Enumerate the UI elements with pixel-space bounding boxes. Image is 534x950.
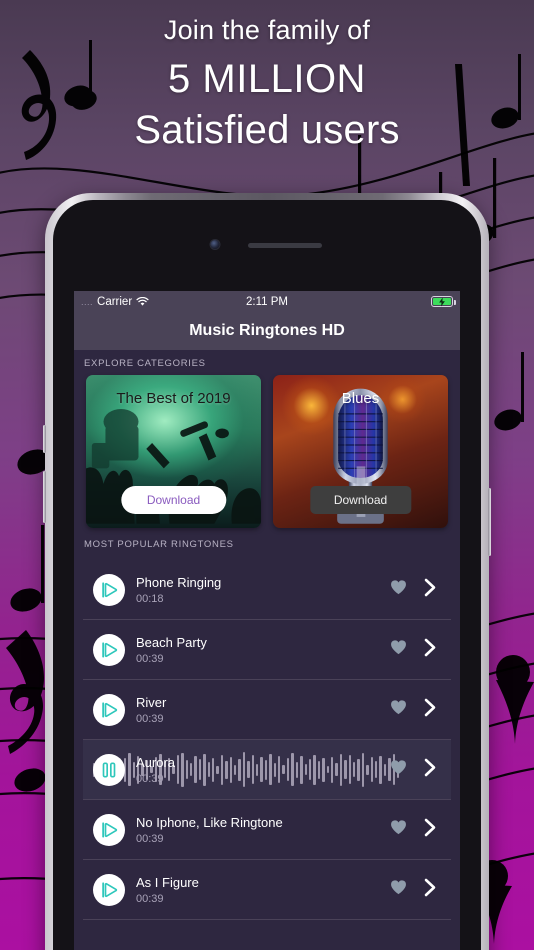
ringtone-duration: 00:39 — [136, 833, 164, 846]
power-button[interactable] — [488, 488, 491, 556]
ringtone-title: As I Figure — [136, 874, 199, 890]
ringtone-detail-button[interactable] — [423, 818, 437, 842]
promo-headline: Join the family of 5 MILLION Satisfied u… — [0, 14, 534, 155]
favorite-button[interactable] — [390, 819, 407, 840]
favorite-button[interactable] — [390, 699, 407, 720]
ringtone-duration: 00:18 — [136, 593, 164, 606]
ringtone-title: Beach Party — [136, 634, 207, 650]
category-title: The Best of 2019 — [116, 390, 231, 407]
ringtone-meta: No Iphone, Like Ringtone 00:39 — [136, 814, 390, 846]
ringtone-meta: River 00:39 — [136, 694, 390, 726]
ringtone-row[interactable]: Aurora 00:39 — [83, 740, 451, 800]
ringtone-meta: As I Figure 00:39 — [136, 874, 390, 906]
app-title: Music Ringtones HD — [189, 322, 345, 339]
category-card-best-of-2019[interactable]: The Best of 2019 Download — [86, 375, 261, 528]
ringtone-row[interactable]: Phone Ringing 00:18 — [83, 560, 451, 620]
ringtone-meta: Beach Party 00:39 — [136, 634, 390, 666]
ringtone-detail-button[interactable] — [423, 758, 437, 782]
categories-row: The Best of 2019 Download Blues Download — [74, 375, 460, 528]
ringtone-row[interactable]: As I Figure 00:39 — [83, 860, 451, 920]
front-camera-icon — [210, 240, 220, 249]
favorite-button[interactable] — [390, 759, 407, 780]
ringtone-duration: 00:39 — [136, 893, 164, 906]
ringtone-meta: Phone Ringing 00:18 — [136, 574, 390, 606]
ringtone-detail-button[interactable] — [423, 638, 437, 662]
heart-icon[interactable] — [390, 699, 407, 715]
earpiece-speaker — [248, 243, 322, 248]
ringtone-detail-button[interactable] — [423, 878, 437, 902]
play-button[interactable] — [93, 873, 125, 906]
chevron-right-icon[interactable] — [423, 818, 437, 837]
most-popular-ringtones-header: MOST POPULAR RINGTONES — [84, 539, 234, 550]
play-icon — [102, 641, 118, 658]
ringtone-title: No Iphone, Like Ringtone — [136, 814, 283, 830]
ringtone-detail-button[interactable] — [423, 578, 437, 602]
pause-button[interactable] — [93, 753, 125, 786]
promo-line-1: Join the family of — [163, 15, 371, 45]
chevron-right-icon[interactable] — [423, 578, 437, 597]
pause-icon — [102, 762, 116, 777]
ringtone-row[interactable]: No Iphone, Like Ringtone 00:39 — [83, 800, 451, 860]
category-download-button[interactable]: Download — [309, 486, 412, 514]
heart-icon[interactable] — [390, 639, 407, 655]
favorite-button[interactable] — [390, 639, 407, 660]
play-button[interactable] — [93, 573, 125, 606]
explore-categories-header: EXPLORE CATEGORIES — [84, 358, 206, 369]
ringtone-title: Phone Ringing — [136, 574, 222, 590]
ringtone-title: River — [136, 694, 167, 710]
heart-icon[interactable] — [390, 879, 407, 895]
volume-down-button[interactable] — [43, 471, 46, 523]
play-button[interactable] — [93, 813, 125, 846]
play-icon — [102, 581, 118, 598]
ringtone-duration: 00:39 — [136, 773, 164, 786]
screen-content: EXPLORE CATEGORIES The Best of 2019 Down… — [74, 350, 460, 950]
ringtone-row[interactable]: Beach Party 00:39 — [83, 620, 451, 680]
ringtone-list: Phone Ringing 00:18 Beach Party 00:39 Ri… — [74, 560, 460, 920]
chevron-right-icon[interactable] — [423, 758, 437, 777]
volume-up-button[interactable] — [43, 425, 46, 453]
clock-label: 2:11 PM — [246, 295, 288, 308]
heart-icon[interactable] — [390, 579, 407, 595]
ringtone-detail-button[interactable] — [423, 698, 437, 722]
play-icon — [102, 821, 118, 838]
category-download-button[interactable]: Download — [120, 486, 227, 514]
play-button[interactable] — [93, 633, 125, 666]
category-title: Blues — [341, 390, 380, 407]
status-bar: .... Carrier 2:11 PM — [74, 291, 460, 312]
ringtone-row[interactable]: River 00:39 — [83, 680, 451, 740]
phone-screen: .... Carrier 2:11 PM Music Ringtones HD — [74, 291, 460, 950]
heart-icon[interactable] — [390, 819, 407, 835]
ringtone-duration: 00:39 — [136, 653, 164, 666]
battery-charging-icon — [431, 296, 456, 307]
chevron-right-icon[interactable] — [423, 638, 437, 657]
signal-strength-icon: .... — [81, 296, 94, 307]
favorite-button[interactable] — [390, 879, 407, 900]
heart-icon[interactable] — [390, 759, 407, 775]
wifi-icon — [136, 296, 149, 306]
carrier-label: Carrier — [97, 295, 133, 308]
category-card-blues[interactable]: Blues Download — [273, 375, 448, 528]
play-icon — [102, 881, 118, 898]
favorite-button[interactable] — [390, 579, 407, 600]
chevron-right-icon[interactable] — [423, 698, 437, 717]
ringtone-title: Aurora — [136, 754, 176, 770]
promo-line-3: Satisfied users — [134, 107, 400, 152]
play-button[interactable] — [93, 693, 125, 726]
phone-mockup: .... Carrier 2:11 PM Music Ringtones HD — [43, 193, 491, 950]
play-icon — [102, 701, 118, 718]
app-title-bar: Music Ringtones HD — [74, 312, 460, 350]
promo-line-2: 5 MILLION — [168, 56, 366, 101]
chevron-right-icon[interactable] — [423, 878, 437, 897]
ringtone-duration: 00:39 — [136, 713, 164, 726]
ringtone-meta: Aurora 00:39 — [136, 754, 390, 786]
